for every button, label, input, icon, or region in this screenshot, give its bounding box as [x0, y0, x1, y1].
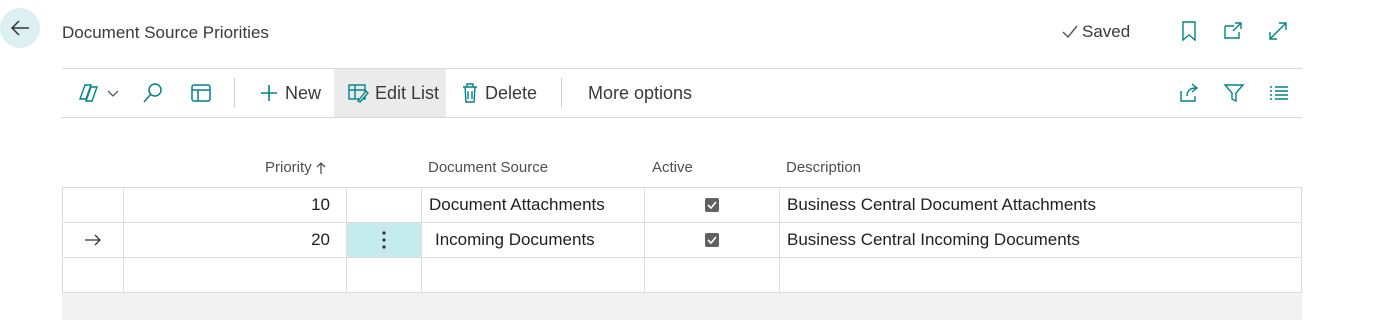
list-view-button[interactable] [1268, 69, 1290, 117]
document-source-cell[interactable]: Document Attachments [421, 187, 644, 222]
column-header-priority[interactable]: Priority [265, 159, 326, 176]
column-header-document-source[interactable]: Document Source [428, 159, 548, 176]
description-cell[interactable]: Business Central Document Attachments [779, 187, 1302, 222]
action-toolbar: New Edit List Delete More options [62, 68, 1302, 118]
plus-icon [259, 83, 279, 103]
description-cell[interactable] [779, 257, 1302, 293]
share-button[interactable] [1178, 69, 1200, 117]
filter-icon [1223, 82, 1245, 104]
active-cell[interactable] [644, 187, 779, 222]
grid-footer [62, 293, 1302, 320]
search-icon [142, 82, 164, 104]
saved-status: Saved [1061, 22, 1130, 42]
expand-icon[interactable] [1267, 20, 1289, 42]
chevron-down-icon [106, 88, 120, 98]
current-row-arrow-icon [83, 233, 103, 247]
filter-pane-button[interactable] [190, 69, 212, 117]
active-checkbox[interactable] [705, 233, 719, 247]
new-button-label: New [285, 82, 322, 103]
active-checkbox[interactable] [705, 198, 719, 212]
sort-ascending-icon [316, 161, 326, 175]
open-new-window-icon[interactable] [1222, 20, 1244, 42]
search-button[interactable] [142, 69, 164, 117]
more-options-button[interactable]: More options [588, 69, 692, 117]
filter-button[interactable] [1223, 69, 1245, 117]
trash-icon [461, 82, 479, 104]
layout-panel-icon [190, 82, 212, 104]
more-vertical-icon[interactable] [381, 230, 387, 250]
document-source-cell[interactable]: Incoming Documents [421, 222, 644, 257]
bookmark-icon[interactable] [1178, 20, 1200, 42]
copilot-icon [76, 82, 100, 104]
row-indicator-cell[interactable] [62, 222, 123, 257]
active-cell[interactable] [644, 257, 779, 293]
page-title: Document Source Priorities [62, 23, 269, 42]
delete-button[interactable]: Delete [461, 69, 537, 117]
table-row[interactable]: 20 Incoming Documents Business Central I… [62, 222, 1302, 257]
new-button[interactable]: New [259, 69, 321, 117]
list-icon [1268, 82, 1290, 104]
priority-cell[interactable]: 10 [123, 187, 346, 222]
table-row[interactable] [62, 257, 1302, 293]
table-row[interactable]: 10 Document Attachments Business Central… [62, 187, 1302, 222]
saved-label: Saved [1082, 22, 1131, 41]
priority-cell[interactable] [123, 257, 346, 293]
row-indicator-cell[interactable] [62, 257, 123, 293]
edit-list-button[interactable]: Edit List [334, 69, 446, 117]
row-menu-cell[interactable] [346, 222, 421, 257]
row-indicator-cell[interactable] [62, 187, 123, 222]
column-header-description[interactable]: Description [786, 159, 861, 176]
back-button[interactable] [0, 8, 40, 48]
edit-table-icon [347, 83, 369, 103]
arrow-left-icon [9, 17, 31, 39]
priority-cell[interactable]: 20 [123, 222, 346, 257]
row-menu-cell[interactable] [346, 187, 421, 222]
description-cell[interactable]: Business Central Incoming Documents [779, 222, 1302, 257]
edit-list-button-label: Edit List [375, 82, 440, 103]
delete-button-label: Delete [485, 82, 538, 103]
column-header-active[interactable]: Active [652, 159, 693, 176]
active-cell[interactable] [644, 222, 779, 257]
priority-header-label: Priority [265, 159, 312, 176]
document-source-cell[interactable] [421, 257, 644, 293]
row-menu-cell[interactable] [346, 257, 421, 293]
share-icon [1178, 82, 1200, 104]
checkmark-icon [1061, 24, 1079, 40]
copilot-button[interactable] [76, 69, 120, 117]
more-options-label: More options [588, 82, 693, 103]
